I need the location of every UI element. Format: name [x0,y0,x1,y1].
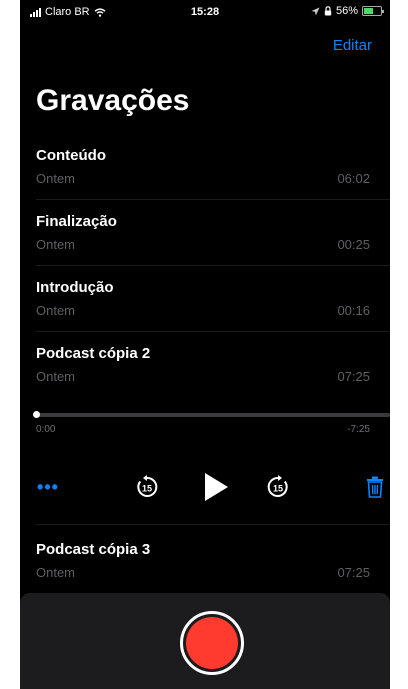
divider [36,265,390,266]
recording-name: Conteúdo [36,147,106,164]
recording-item[interactable]: Conteúdo Ontem 06:02 [20,147,390,213]
status-right: 56% [311,5,384,17]
recording-name: Podcast cópia 2 [36,345,151,362]
more-options-button[interactable]: ••• [36,465,60,509]
play-button[interactable] [198,465,234,509]
status-bar: Claro BR 15:28 56% [20,0,390,24]
recording-date: Ontem [36,565,76,580]
skip-back-button[interactable]: 15 [132,465,162,509]
recording-date: Ontem [36,303,76,318]
delete-button[interactable] [365,465,385,509]
remaining-time: -7:25 [347,424,370,435]
recording-date: Ontem [36,171,76,186]
skip-back-icon: 15 [137,475,158,497]
recording-duration: 07:25 [337,369,370,384]
battery-percent: 56% [335,5,358,17]
record-button[interactable] [180,611,244,675]
recording-duration: 00:25 [337,237,370,252]
recording-item-expanded[interactable]: Podcast cópia 2 Ontem 07:25 [20,345,390,411]
divider [36,524,390,525]
record-panel [20,593,390,689]
scrubber-knob[interactable] [33,411,40,418]
location-icon [311,7,320,15]
play-icon [205,473,228,501]
recording-date: Ontem [36,237,76,252]
trash-icon [367,476,383,498]
recording-date: Ontem [36,369,76,384]
recording-name: Finalização [36,213,117,230]
edit-button[interactable]: Editar [333,37,372,54]
skip-back-seconds: 15 [142,484,152,494]
playback-scrubber[interactable] [33,411,390,418]
skip-forward-button[interactable]: 15 [263,465,293,509]
recording-name: Introdução [36,279,114,296]
recording-duration: 07:25 [337,565,370,580]
playback-controls: ••• 15 15 [20,465,390,509]
recording-duration: 06:02 [337,171,370,186]
battery-icon [362,6,384,16]
skip-forward-icon: 15 [267,475,288,497]
lock-icon [324,6,332,16]
elapsed-time: 0:00 [36,424,56,435]
page-title: Gravações [36,84,190,117]
divider [36,331,390,332]
recording-duration: 00:16 [337,303,370,318]
record-icon [186,617,238,669]
recording-name: Podcast cópia 3 [36,541,151,558]
divider [36,199,390,200]
battery-fill [364,8,373,14]
skip-forward-seconds: 15 [273,484,283,494]
recording-item[interactable]: Introdução Ontem 00:16 [20,279,390,345]
phone-screen: Claro BR 15:28 56% Editar Gravações Cont… [20,0,390,689]
recording-item[interactable]: Finalização Ontem 00:25 [20,213,390,279]
